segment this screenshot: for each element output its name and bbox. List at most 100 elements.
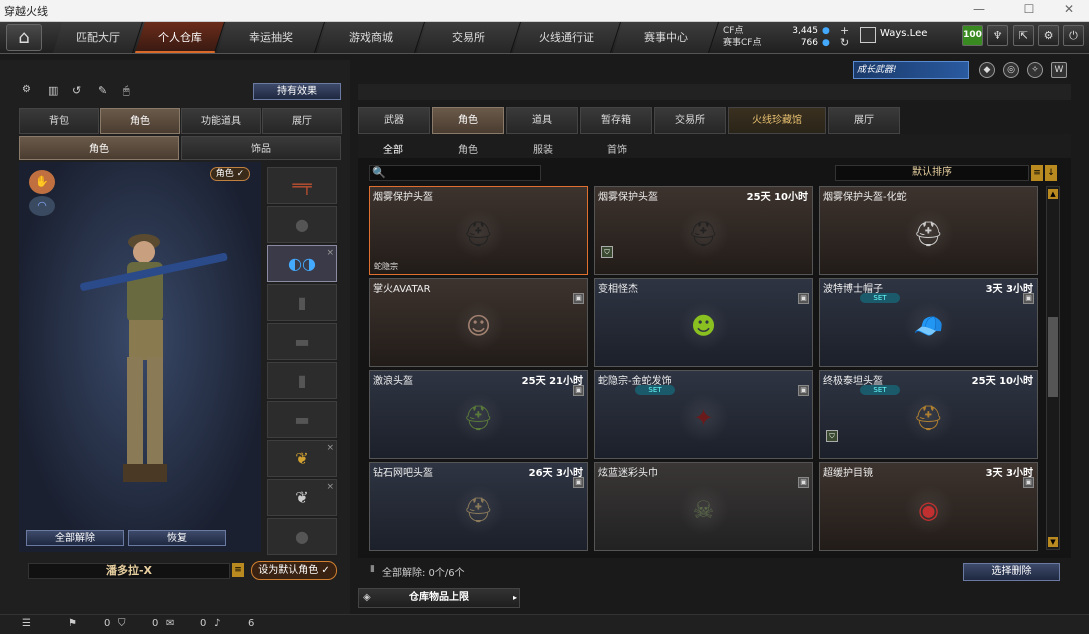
nav-tab[interactable]: 游戏商城 (316, 22, 426, 53)
home-icon[interactable]: ⌂ (6, 24, 42, 51)
remove-icon[interactable]: × (326, 470, 334, 505)
right-tab[interactable]: 暂存箱 (580, 107, 652, 134)
nav-tab[interactable]: 交易所 (416, 22, 522, 53)
right-tab[interactable]: 展厅 (828, 107, 900, 134)
nav-tab[interactable]: 火线通行证 (512, 22, 622, 53)
chat-icon[interactable]: ✉ (166, 618, 174, 629)
volume-icon[interactable]: ♪ (214, 618, 220, 629)
right-tab[interactable]: 交易所 (654, 107, 726, 134)
restore-button[interactable]: 恢复 (128, 530, 226, 546)
slot-body[interactable]: ▮ (267, 362, 337, 399)
rank-emblem-icon[interactable]: ◆ (979, 62, 995, 78)
exit-room-icon[interactable]: ⇱ (1013, 25, 1034, 46)
list-icon[interactable]: ≡ (232, 563, 244, 577)
item-card[interactable]: 掌火AVATAR ▣ ☺ (369, 278, 588, 367)
slot-pet-silver[interactable]: × ❦ (267, 479, 337, 516)
shield-status-icon[interactable]: ⛉ (118, 618, 126, 629)
item-scrollbar[interactable]: ▲ ▼ (1046, 186, 1060, 550)
right-subtab[interactable]: 全部 (383, 141, 403, 156)
left-tab[interactable]: 功能道具 (181, 108, 261, 134)
sort-order-icon[interactable]: ↓ (1045, 165, 1057, 181)
rank-icon[interactable]: ♆ (987, 25, 1008, 46)
lock-icon[interactable]: ▣ (573, 477, 584, 488)
item-card[interactable]: 终极泰坦头盔 25天 10小时 SET ⛉ ⛑ (819, 370, 1038, 459)
slot-backpack[interactable]: ▬ (267, 323, 337, 360)
right-subtab[interactable]: 角色 (458, 141, 478, 156)
off-toggle-icon[interactable]: ⚙ (22, 84, 31, 95)
lock-icon[interactable]: ▣ (798, 477, 809, 488)
mouse-icon[interactable]: 🖱 (123, 84, 130, 98)
rotate-icon[interactable]: ↺ (72, 84, 81, 97)
left-tab[interactable]: 角色 (100, 108, 180, 134)
scroll-thumb[interactable] (1048, 317, 1058, 397)
item-card[interactable]: 钻石网吧头盔 26天 3小时 ▣ ⛑ (369, 462, 588, 551)
item-card[interactable]: 激浪头盔 25天 21小时 ▣ ⛑ (369, 370, 588, 459)
menu-icon[interactable]: ☰ (22, 618, 31, 629)
refresh-icon[interactable]: ↻ (840, 37, 849, 49)
lock-icon[interactable]: ▣ (798, 293, 809, 304)
right-tab[interactable]: 武器 (358, 107, 430, 134)
cf-coin-icon: ● (822, 26, 830, 36)
list-view-icon[interactable]: ≡ (1031, 165, 1043, 181)
search-input[interactable] (369, 165, 541, 181)
character-name-field[interactable]: 潘多拉-X (28, 563, 230, 579)
lock-icon[interactable]: ▣ (573, 293, 584, 304)
effects-button[interactable]: 持有效果 (253, 83, 341, 100)
item-card[interactable]: 波特博士帽子 3天 3小时 ▣ SET 🧢 (819, 278, 1038, 367)
character-preview[interactable]: ✋ ◠ 角色 ✓ 全部解除 恢复 (19, 162, 261, 552)
item-card[interactable]: 烟雾保护头盔 ⛑ 蛇隐宗 (369, 186, 588, 275)
left-tab[interactable]: 展厅 (262, 108, 342, 134)
capacity-button[interactable]: ◈ 仓库物品上限 ▸ (358, 588, 520, 608)
maximize-button[interactable]: ☐ (1014, 2, 1044, 20)
slot-spray[interactable]: ● (267, 518, 337, 555)
status-value-1: 0 (104, 618, 111, 629)
scroll-down-icon[interactable]: ▼ (1048, 537, 1058, 547)
subtab-accessory[interactable]: 饰品 (181, 136, 341, 160)
lock-icon[interactable]: ▣ (798, 385, 809, 396)
unequip-all-button[interactable]: 全部解除 (26, 530, 124, 546)
item-card[interactable]: 超缓护目镜 3天 3小时 ▣ ◉ (819, 462, 1038, 551)
wings-icon[interactable]: W (1051, 62, 1067, 78)
growth-weapon-banner[interactable]: 成长武器! (853, 61, 969, 79)
nav-tab[interactable]: 幸运抽奖 (216, 22, 326, 53)
lock-icon[interactable]: ▣ (573, 385, 584, 396)
remove-icon[interactable]: × (326, 236, 334, 271)
item-card[interactable]: 炫蓝迷彩头巾 ▣ ☠ (594, 462, 813, 551)
right-tab[interactable]: 道具 (506, 107, 578, 134)
friends-icon[interactable]: ⚑ (68, 618, 77, 629)
item-card[interactable]: 烟雾保护头盔-化蛇 ⛑ (819, 186, 1038, 275)
right-subtab[interactable]: 首饰 (607, 141, 627, 156)
lock-icon[interactable]: ▣ (1023, 477, 1034, 488)
right-subtab[interactable]: 服装 (533, 141, 553, 156)
sort-dropdown[interactable]: 默认排序 (835, 165, 1029, 181)
slot-eyewear[interactable]: × ◐◑ (267, 245, 337, 282)
medal-icon[interactable]: ✧ (1027, 62, 1043, 78)
item-name: 炫蓝迷彩头巾 (598, 468, 658, 479)
minimize-button[interactable]: — (964, 2, 994, 20)
power-icon[interactable]: ⏻ (1063, 25, 1084, 46)
settings-gear-icon[interactable]: ⚙ (1038, 25, 1059, 46)
item-card[interactable]: 烟雾保护头盔 25天 10小时 ⛉ ⛑ (594, 186, 813, 275)
right-tab[interactable]: 火线珍藏馆 (728, 107, 826, 134)
select-delete-button[interactable]: 选择删除 (963, 563, 1060, 581)
remove-icon[interactable]: × (326, 431, 334, 466)
left-tab[interactable]: 背包 (19, 108, 99, 134)
close-window-button[interactable]: ✕ (1054, 2, 1084, 20)
avatar[interactable] (860, 27, 876, 43)
nav-tab[interactable]: 匹配大厅 (52, 22, 144, 53)
slot-weapon[interactable]: ═╤ (267, 167, 337, 204)
hand-icon[interactable]: ✋ (29, 170, 55, 194)
item-card[interactable]: 变相怪杰 ▣ ☻ (594, 278, 813, 367)
dye-icon[interactable]: ✎ (98, 84, 107, 97)
lock-icon[interactable]: ▣ (1023, 293, 1034, 304)
scroll-up-icon[interactable]: ▲ (1048, 189, 1058, 199)
set-default-role-button[interactable]: 设为默认角色 ✓ (251, 561, 337, 580)
globe-icon[interactable]: ◎ (1003, 62, 1019, 78)
slot-vest[interactable]: ▮ (267, 284, 337, 321)
nav-tab[interactable]: 个人仓库 (134, 22, 226, 53)
subtab-role[interactable]: 角色 (19, 136, 179, 160)
item-card[interactable]: 蛇隐宗-金蛇发饰 ▣ SET ✦ (594, 370, 813, 459)
stats-icon[interactable]: ▥ (48, 84, 58, 97)
right-tab[interactable]: 角色 (432, 107, 504, 134)
nav-tab[interactable]: 赛事中心 (612, 22, 720, 53)
